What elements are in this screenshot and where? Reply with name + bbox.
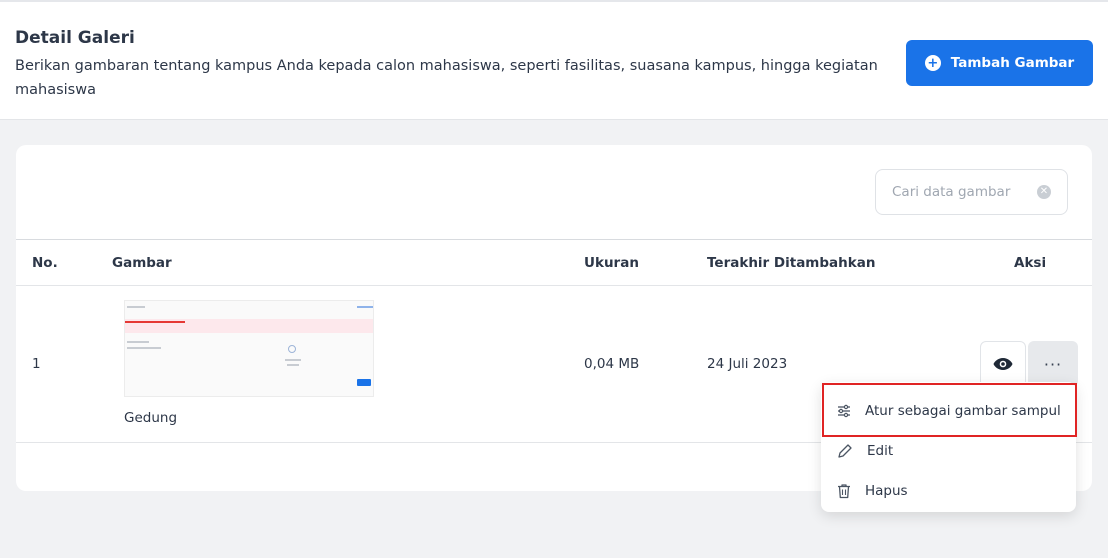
- clear-search-icon[interactable]: ✕: [1037, 185, 1051, 199]
- header-no: No.: [32, 255, 58, 271]
- view-button[interactable]: [980, 341, 1026, 387]
- header-last-added: Terakhir Ditambahkan: [707, 255, 876, 271]
- image-date: 24 Juli 2023: [707, 356, 788, 372]
- page-title: Detail Galeri: [15, 28, 135, 48]
- row-number: 1: [32, 356, 41, 372]
- image-caption: Gedung: [124, 410, 178, 426]
- actions-dropdown: Atur sebagai gambar sampul Edit Hapus: [821, 382, 1076, 512]
- menu-item-label: Hapus: [865, 483, 908, 499]
- header-action: Aksi: [1014, 255, 1047, 271]
- add-image-button[interactable]: + Tambah Gambar: [906, 40, 1093, 86]
- pencil-icon: [838, 444, 852, 458]
- trash-icon: [838, 484, 850, 499]
- sliders-icon: [838, 404, 850, 418]
- image-size: 0,04 MB: [584, 356, 640, 372]
- header-size: Ukuran: [584, 255, 639, 271]
- eye-icon: [993, 358, 1013, 370]
- more-actions-button[interactable]: ···: [1028, 341, 1078, 387]
- menu-item-label: Atur sebagai gambar sampul: [865, 403, 1061, 419]
- menu-item-delete[interactable]: Hapus: [821, 471, 1076, 511]
- table-header: No. Gambar Ukuran Terakhir Ditambahkan A…: [16, 239, 1092, 286]
- image-thumbnail[interactable]: [124, 300, 374, 397]
- plus-icon: +: [924, 55, 941, 71]
- header-image: Gambar: [112, 255, 172, 271]
- search-box: ✕: [875, 169, 1068, 215]
- page-header: Detail Galeri Berikan gambaran tentang k…: [0, 0, 1108, 120]
- menu-item-label: Edit: [867, 443, 894, 459]
- page-description: Berikan gambaran tentang kampus Anda kep…: [15, 58, 878, 98]
- ellipsis-icon: ···: [1043, 354, 1063, 374]
- search-input[interactable]: [892, 184, 1032, 200]
- menu-item-edit[interactable]: Edit: [821, 431, 1076, 471]
- menu-item-set-cover[interactable]: Atur sebagai gambar sampul: [821, 391, 1076, 431]
- add-image-button-label: Tambah Gambar: [950, 55, 1075, 71]
